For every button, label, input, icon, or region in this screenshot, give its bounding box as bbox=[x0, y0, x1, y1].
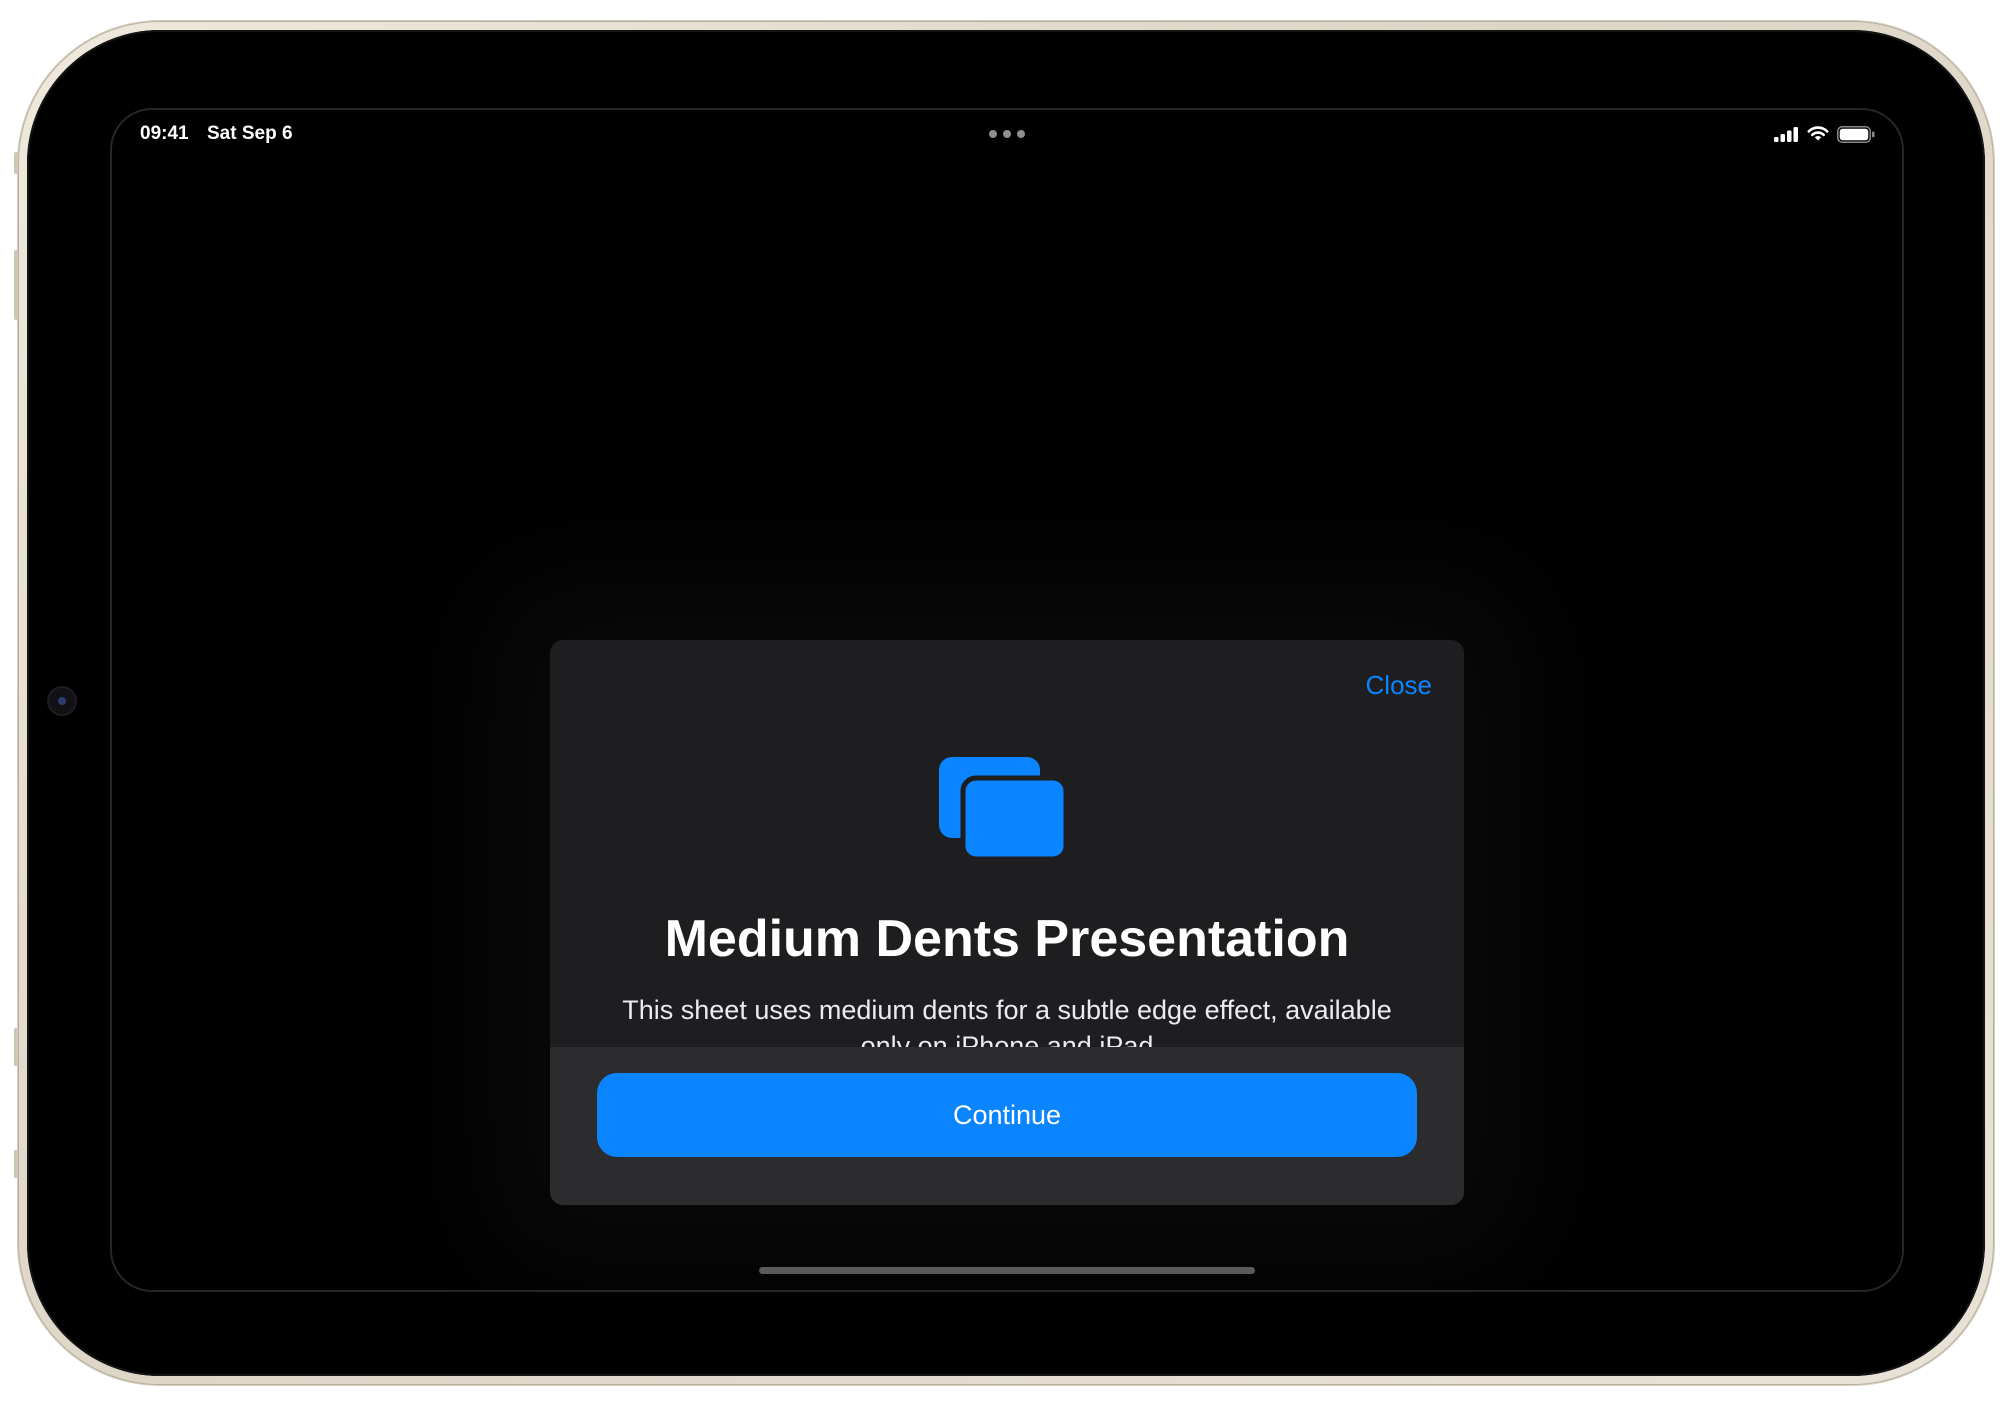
dot bbox=[1017, 130, 1025, 138]
cellular-signal-icon bbox=[1774, 127, 1798, 142]
sheet-title: Medium Dents Presentation bbox=[664, 910, 1350, 968]
dot bbox=[989, 130, 997, 138]
multitasking-dots-icon[interactable] bbox=[989, 130, 1025, 138]
medium-dents-sheet: Close Medium Dents Presentation This she… bbox=[550, 640, 1464, 1205]
sheet-footer: Continue bbox=[550, 1047, 1464, 1205]
home-indicator[interactable] bbox=[759, 1267, 1255, 1274]
sheet-description: This sheet uses medium dents for a subtl… bbox=[622, 995, 1392, 1047]
continue-button[interactable]: Continue bbox=[597, 1073, 1417, 1157]
status-date: Sat Sep 6 bbox=[207, 123, 293, 144]
rectangle-stack-icon bbox=[939, 757, 1069, 862]
sheet-content: Close Medium Dents Presentation This she… bbox=[550, 640, 1464, 1047]
wifi-icon bbox=[1807, 126, 1829, 141]
camera-lens bbox=[58, 697, 66, 705]
status-time: 09:41 bbox=[140, 123, 189, 144]
battery-icon bbox=[1837, 126, 1875, 143]
dot bbox=[1003, 130, 1011, 138]
device-screen: 09:41 Sat Sep 6 Close Medium Dents Prese… bbox=[112, 110, 1902, 1290]
ipad-device-frame: 09:41 Sat Sep 6 Close Medium Dents Prese… bbox=[18, 21, 1994, 1385]
close-button[interactable]: Close bbox=[1366, 670, 1432, 700]
front-camera-icon bbox=[47, 686, 77, 716]
